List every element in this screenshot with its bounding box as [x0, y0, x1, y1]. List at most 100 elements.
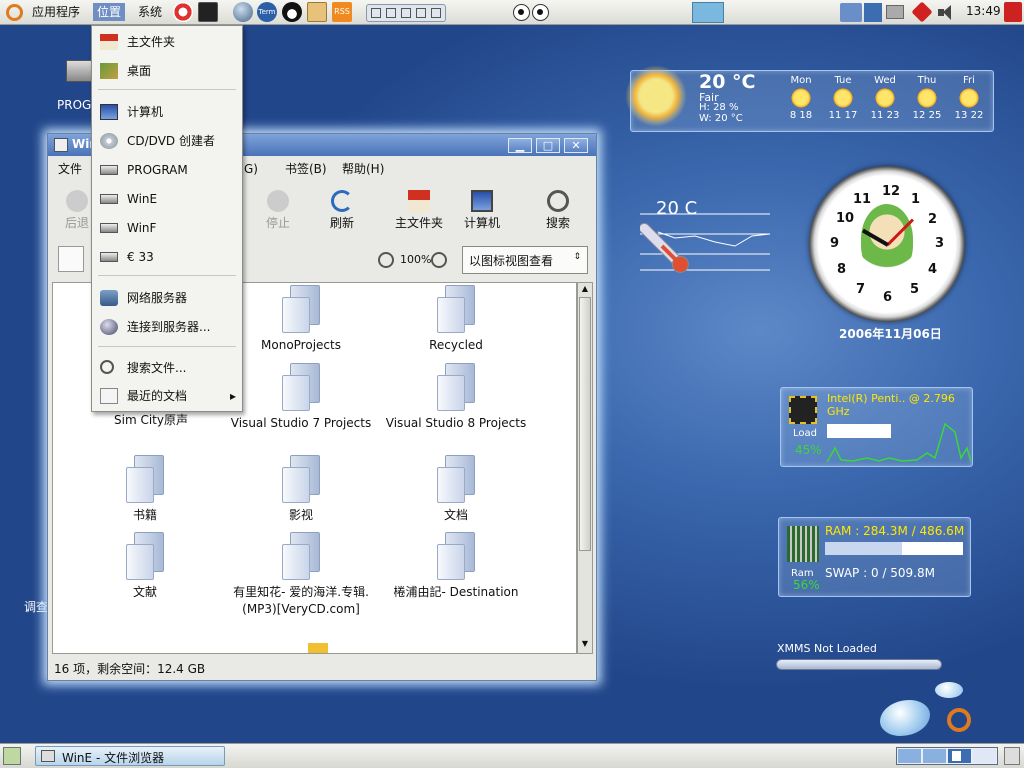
window-menu-icon[interactable] — [54, 138, 68, 152]
forecast-day: Thu 12 25 — [912, 75, 942, 121]
folder-item[interactable]: MonoProjects — [223, 285, 379, 354]
menu-bookmarks[interactable]: 书签(B) — [285, 158, 327, 180]
folder-item[interactable]: Visual Studio 8 Projects — [378, 363, 534, 432]
weather-wind: W: 20 °C — [699, 113, 743, 124]
menu-item-wine[interactable]: WinE — [92, 186, 242, 212]
forecast-day: Wed 11 23 — [870, 75, 900, 121]
stop-button[interactable]: 停止 — [249, 186, 307, 231]
computer-button[interactable]: 计算机 — [453, 186, 511, 231]
menu-item-network[interactable]: 网络服务器 — [92, 285, 242, 311]
forecast-day: Fri 13 22 — [954, 75, 984, 121]
menu-help[interactable]: 帮助(H) — [342, 158, 384, 180]
help-icon[interactable] — [173, 2, 193, 22]
close-button[interactable]: ✕ — [564, 138, 588, 153]
view-mode-select[interactable]: 以图标视图查看 ⇕ — [462, 246, 588, 274]
penguin-icon — [861, 204, 913, 274]
menu-item-winf[interactable]: WinF — [92, 215, 242, 241]
home-icon — [100, 34, 118, 50]
folder-item[interactable]: Recycled — [378, 285, 534, 354]
weather-widget: 20 °C Fair H: 28 % W: 20 °C Mon 8 18 Tue 1… — [630, 70, 994, 132]
desktop-icon-label[interactable]: PROG — [57, 98, 91, 112]
cpu-monitor-widget: Intel(R) Penti.. @ 2.796 GHz Load 45% — [780, 387, 973, 467]
qq-launcher-icon[interactable] — [282, 2, 302, 22]
workspace-switcher[interactable] — [896, 747, 998, 765]
home-icon — [408, 190, 430, 212]
menu-item-cd-creator[interactable]: CD/DVD 创建者 — [92, 128, 242, 154]
thermometer-temp: 20 C — [656, 198, 698, 219]
menu-separator — [98, 346, 236, 347]
ram-text: RAM : 284.3M / 486.6M — [825, 524, 965, 538]
zoom-in-icon[interactable] — [431, 252, 447, 268]
globe-icon — [100, 319, 118, 335]
folder-item[interactable]: 棬浦由記- Destination — [378, 532, 534, 601]
folder-item[interactable]: Sim City原声 — [73, 412, 229, 429]
menu-item-drive-euro[interactable]: € 33 — [92, 244, 242, 270]
select-arrows-icon: ⇕ — [573, 252, 581, 262]
home-button[interactable]: 主文件夹 — [390, 186, 448, 231]
clock-text[interactable]: 13:49 — [966, 4, 1001, 18]
file-icon[interactable] — [308, 643, 328, 653]
folder-icon — [280, 285, 322, 333]
folder-item[interactable]: 有里知花- 爱的海洋.专辑.(MP3)[VeryCD.com] — [223, 532, 379, 618]
menu-item-desktop[interactable]: 桌面 — [92, 58, 242, 84]
terminal-launcher-icon[interactable] — [198, 2, 218, 22]
menu-item-connect-server[interactable]: 连接到服务器... — [92, 314, 242, 340]
weather-temp: 20 °C — [699, 71, 756, 93]
minimize-button[interactable]: ▁ — [508, 138, 532, 153]
taskbar-button-wine[interactable]: WinE - 文件浏览器 — [35, 746, 225, 766]
folder-icon — [435, 532, 477, 580]
shutdown-icon[interactable] — [1004, 2, 1022, 22]
maximize-button[interactable]: □ — [536, 138, 560, 153]
menu-file[interactable]: 文件 — [58, 158, 82, 180]
menu-item-home[interactable]: 主文件夹 — [92, 29, 242, 55]
folder-icon — [435, 285, 477, 333]
rss-launcher-icon[interactable]: RSS — [332, 2, 352, 22]
folder-icon — [435, 455, 477, 503]
bottom-panel: WinE - 文件浏览器 — [0, 743, 1024, 768]
menu-item-search[interactable]: 搜索文件... — [92, 355, 242, 381]
scrollbar-thumb[interactable] — [579, 297, 591, 551]
trash-icon[interactable] — [1004, 747, 1020, 765]
folder-item[interactable]: 影视 — [223, 455, 379, 524]
folder-item[interactable]: Visual Studio 7 Projects — [223, 363, 379, 432]
folder-item[interactable]: 文档 — [378, 455, 534, 524]
menu-item-recent[interactable]: 最近的文档 ▸ — [92, 383, 242, 409]
ram-bar — [825, 542, 963, 555]
edit-location-icon[interactable] — [58, 246, 84, 272]
monitor-applet-icon[interactable] — [864, 3, 882, 22]
ubuntu-logo-icon — [947, 708, 971, 732]
menu-places[interactable]: 位置 — [93, 3, 126, 21]
workspace-applet-icon[interactable] — [840, 3, 862, 22]
menu-item-computer[interactable]: 计算机 — [92, 99, 242, 125]
folder-item[interactable]: 书籍 — [67, 455, 223, 524]
sun-icon — [790, 87, 812, 109]
volume-icon[interactable] — [938, 5, 958, 20]
media-controls[interactable] — [366, 4, 446, 22]
desktop-icon-label[interactable]: 调查 — [24, 598, 48, 615]
fish-applet-icon[interactable] — [692, 2, 724, 23]
search-button[interactable]: 搜索 — [529, 186, 587, 231]
ubuntu-logo-icon[interactable] — [6, 4, 23, 21]
cpu-name: Intel(R) Penti.. @ 2.796 — [827, 392, 955, 405]
cd-icon — [100, 133, 118, 149]
show-desktop-icon[interactable] — [3, 747, 21, 765]
term-launcher-icon[interactable]: Term — [257, 2, 277, 22]
search-icon — [100, 360, 114, 374]
menu-item-program[interactable]: PROGRAM — [92, 157, 242, 183]
zoom-out-icon[interactable] — [378, 252, 394, 268]
mail-launcher-icon[interactable] — [307, 2, 327, 22]
folder-item[interactable]: 文献 — [67, 532, 223, 601]
refresh-button[interactable]: 刷新 — [313, 186, 371, 231]
network-launcher-icon[interactable] — [233, 2, 253, 22]
drive-icon — [100, 194, 118, 204]
xmms-controls[interactable] — [776, 659, 942, 670]
vertical-scrollbar[interactable]: ▲ ▼ — [577, 282, 593, 654]
printer-icon[interactable] — [886, 5, 904, 19]
update-notifier-icon[interactable] — [911, 1, 933, 23]
menu-system[interactable]: 系统 — [134, 3, 166, 21]
menu-go[interactable]: G) — [244, 158, 258, 180]
folder-icon — [124, 532, 166, 580]
scroll-down-icon: ▼ — [581, 639, 589, 648]
menu-applications[interactable]: 应用程序 — [28, 3, 84, 21]
back-arrow-icon — [66, 190, 88, 212]
